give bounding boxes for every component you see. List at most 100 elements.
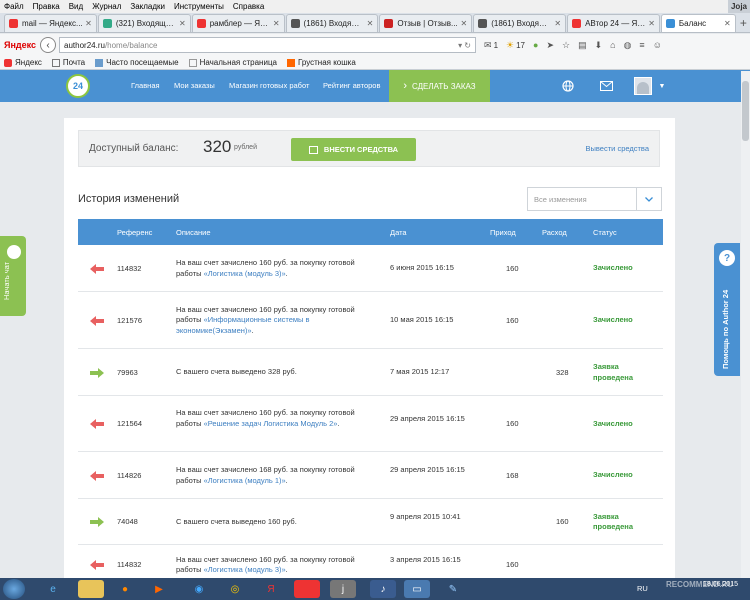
menu-edit[interactable]: Правка: [33, 2, 60, 11]
bookmark-yandex[interactable]: Яндекс: [4, 58, 42, 67]
java-icon[interactable]: j: [330, 580, 356, 598]
close-icon[interactable]: ✕: [367, 19, 374, 28]
window-icon[interactable]: ▭: [404, 580, 430, 598]
menu-icon[interactable]: ≡: [639, 40, 644, 50]
globe-icon[interactable]: [556, 70, 580, 102]
app2-icon[interactable]: ♪: [370, 580, 396, 598]
work-link[interactable]: «Логистика (модуль 3)»: [204, 565, 286, 574]
scrollbar-thumb[interactable]: [742, 81, 749, 141]
firefox-icon[interactable]: ●: [112, 580, 138, 598]
menu-history[interactable]: Журнал: [92, 2, 121, 11]
browser-tab[interactable]: Баланс ✕: [660, 14, 736, 32]
download-icon[interactable]: ⬇: [595, 40, 603, 51]
date-cell: 29 апреля 2015 16:15: [390, 413, 465, 423]
work-link[interactable]: «Решение задач Логистика Модуль 2»: [204, 419, 338, 428]
withdraw-link[interactable]: Вывести средства: [586, 144, 649, 153]
tab-title: mail — Яндекс...: [22, 19, 83, 28]
deposit-button[interactable]: ВНЕСТИ СРЕДСТВА: [291, 138, 416, 161]
bookmark-frequent[interactable]: Часто посещаемые: [95, 58, 179, 67]
menu-file[interactable]: Файл: [4, 2, 24, 11]
ref-cell: 121564: [117, 419, 143, 428]
browser-tab[interactable]: mail — Яндекс... ✕: [4, 14, 97, 32]
browser-tab[interactable]: (321) Входящие... ✕: [97, 14, 191, 32]
paint-icon[interactable]: ✎: [440, 580, 466, 598]
menu-help[interactable]: Справка: [233, 2, 264, 11]
mail-count[interactable]: ✉ 1: [484, 40, 498, 51]
nav-my-orders[interactable]: Мои заказы: [174, 70, 215, 102]
browser-tab[interactable]: Отзыв | Отзыв... ✕: [379, 14, 473, 32]
close-icon[interactable]: ✕: [461, 19, 468, 28]
browser-tabbar: mail — Яндекс... ✕ (321) Входящие... ✕ рамбл…: [0, 13, 750, 33]
yandex-logo[interactable]: Яндекс: [4, 40, 36, 50]
table-row: 74048 С вашего счета выведено 160 руб. 9 а…: [78, 499, 663, 545]
history-filter-select[interactable]: Все изменения: [527, 187, 662, 211]
col-ref: Референс: [117, 228, 153, 237]
expense-cell: 328: [556, 367, 569, 377]
menu-bookmarks[interactable]: Закладки: [130, 2, 165, 11]
bookmark-mail[interactable]: Почта: [51, 58, 85, 67]
mail-icon: [51, 58, 60, 67]
bookmark-cat[interactable]: Грустная кошка: [286, 58, 356, 67]
envelope-icon[interactable]: [594, 70, 618, 102]
language-indicator[interactable]: RU: [637, 584, 648, 593]
chat-icon[interactable]: ◍: [624, 40, 632, 51]
chevron-down-icon[interactable]: ▼: [656, 70, 668, 102]
tab-title: АВтор 24 — Ян...: [585, 19, 647, 28]
home-icon[interactable]: ⌂: [610, 40, 615, 50]
favicon-icon: [196, 19, 206, 28]
nav-home[interactable]: Главная: [131, 70, 160, 102]
chevron-down-icon[interactable]: [636, 188, 661, 210]
close-icon[interactable]: ✕: [724, 19, 731, 28]
reload-icon[interactable]: ▾ ↻: [458, 41, 471, 50]
browser-tab[interactable]: (1861) Входящи... ✕: [473, 14, 567, 32]
arrow-left-icon: [90, 263, 104, 274]
close-icon[interactable]: ✕: [85, 19, 92, 28]
app-icon[interactable]: ◉: [186, 580, 212, 598]
nav-rating[interactable]: Рейтинг авторов: [323, 70, 380, 102]
close-icon[interactable]: ✕: [554, 19, 561, 28]
col-expense: Расход: [542, 228, 567, 237]
make-order-button[interactable]: › СДЕЛАТЬ ЗАКАЗ: [389, 70, 490, 102]
explorer-icon[interactable]: [78, 580, 104, 598]
yandex-browser-icon[interactable]: Я: [258, 580, 284, 598]
opera-icon[interactable]: ◎: [222, 580, 248, 598]
start-button[interactable]: [3, 579, 25, 599]
start-chat-tab[interactable]: Начать чат: [0, 236, 26, 316]
ie-icon[interactable]: e: [40, 580, 66, 598]
user-icon[interactable]: ☺: [653, 40, 662, 50]
url-bar[interactable]: author24.ru/home/balance ▾ ↻: [59, 37, 477, 53]
status-cell: Зачислено: [593, 418, 633, 428]
new-tab-button[interactable]: +: [737, 14, 750, 32]
work-link[interactable]: «Логистика (модуль 1)»: [204, 476, 286, 485]
ref-cell: 114832: [117, 263, 142, 273]
author24-logo[interactable]: 24: [66, 74, 90, 98]
income-cell: 160: [506, 263, 519, 273]
menu-view[interactable]: Вид: [69, 2, 83, 11]
bookmark-home[interactable]: Начальная страница: [188, 58, 277, 67]
send-icon[interactable]: ➤: [546, 40, 554, 51]
reader-icon[interactable]: ▤: [578, 40, 587, 51]
yandex-icon: [4, 58, 12, 67]
back-button[interactable]: ‹: [40, 37, 57, 53]
close-icon[interactable]: ✕: [179, 19, 186, 28]
avatar[interactable]: [632, 70, 654, 102]
pdf-icon[interactable]: [294, 580, 320, 598]
close-icon[interactable]: ✕: [648, 19, 655, 28]
help-label: Помощь по Author 24: [721, 289, 730, 369]
star-icon[interactable]: ☆: [562, 40, 570, 51]
browser-tab[interactable]: рамблер — Ян... ✕: [191, 14, 285, 32]
browser-menubar: Файл Правка Вид Журнал Закладки Инструме…: [0, 0, 750, 13]
weather-widget[interactable]: ☀ 17: [506, 40, 525, 51]
help-tab[interactable]: ? Помощь по Author 24: [714, 243, 740, 376]
desc-end: .: [285, 475, 288, 485]
browser-tab[interactable]: (1861) Входящи... ✕: [285, 14, 379, 32]
ext-icon[interactable]: ●: [533, 40, 538, 50]
nav-shop[interactable]: Магазин готовых работ: [229, 70, 309, 102]
close-icon[interactable]: ✕: [273, 19, 280, 28]
page-scrollbar[interactable]: [741, 71, 750, 578]
browser-tab[interactable]: АВтор 24 — Ян... ✕: [567, 14, 660, 32]
work-link[interactable]: «Логистика (модуль 3)»: [204, 269, 286, 278]
media-icon[interactable]: ▶: [146, 580, 172, 598]
menu-tools[interactable]: Инструменты: [174, 2, 224, 11]
arrow-left-icon: [90, 470, 104, 481]
